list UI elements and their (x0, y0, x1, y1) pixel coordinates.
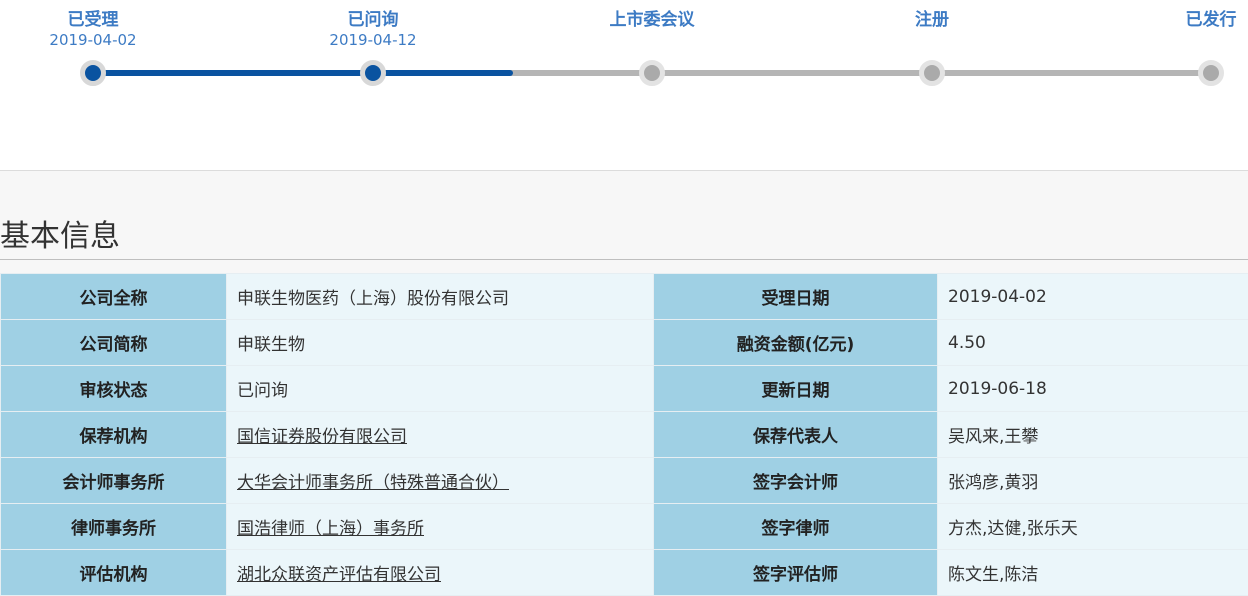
value-signing-accountant: 张鸿彦,黄羽 (938, 458, 1248, 504)
table-row: 审核状态 已问询 更新日期 2019-06-18 (1, 366, 1248, 412)
label-signing-appraiser: 签字评估师 (654, 550, 938, 596)
label-review-status: 审核状态 (1, 366, 227, 412)
label-update-date: 更新日期 (654, 366, 938, 412)
step-dot-issued (1198, 60, 1224, 86)
label-sponsor: 保荐机构 (1, 412, 227, 458)
label-accept-date: 受理日期 (654, 274, 938, 320)
step-date-inquired: 2019-04-12 (329, 31, 416, 49)
value-review-status: 已问询 (227, 366, 654, 412)
basic-info-section: 基本信息 公司全称 申联生物医药（上海）股份有限公司 受理日期 2019-04-… (0, 171, 1248, 590)
table-row: 公司全称 申联生物医药（上海）股份有限公司 受理日期 2019-04-02 (1, 274, 1248, 320)
step-label-registration: 注册 (915, 5, 949, 30)
progress-track-completed (90, 70, 513, 76)
table-row: 公司简称 申联生物 融资金额(亿元) 4.50 (1, 320, 1248, 366)
table-row: 评估机构 湖北众联资产评估有限公司 签字评估师 陈文生,陈洁 (1, 550, 1248, 596)
section-title: 基本信息 (0, 211, 120, 255)
step-dot-accepted (80, 60, 106, 86)
value-signing-lawyer: 方杰,达健,张乐天 (938, 504, 1248, 550)
step-dot-registration (919, 60, 945, 86)
accounting-firm-link[interactable]: 大华会计师事务所（特殊普通合伙） (237, 473, 509, 493)
label-signing-accountant: 签字会计师 (654, 458, 938, 504)
value-financing-amount: 4.50 (938, 320, 1248, 366)
label-appraisal-firm: 评估机构 (1, 550, 227, 596)
law-firm-link[interactable]: 国浩律师（上海）事务所 (237, 519, 424, 539)
label-company-short-name: 公司简称 (1, 320, 227, 366)
label-accounting-firm: 会计师事务所 (1, 458, 227, 504)
value-sponsor-representative: 吴风来,王攀 (938, 412, 1248, 458)
step-label-listing-committee: 上市委会议 (610, 5, 695, 30)
label-law-firm: 律师事务所 (1, 504, 227, 550)
sponsor-link[interactable]: 国信证券股份有限公司 (237, 427, 407, 447)
label-sponsor-representative: 保荐代表人 (654, 412, 938, 458)
table-row: 会计师事务所 大华会计师事务所（特殊普通合伙） 签字会计师 张鸿彦,黄羽 (1, 458, 1248, 504)
label-company-full-name: 公司全称 (1, 274, 227, 320)
step-label-accepted: 已受理 (68, 5, 119, 30)
value-company-short-name: 申联生物 (227, 320, 654, 366)
value-signing-appraiser: 陈文生,陈洁 (938, 550, 1248, 596)
label-signing-lawyer: 签字律师 (654, 504, 938, 550)
step-date-accepted: 2019-04-02 (49, 31, 136, 49)
table-row: 保荐机构 国信证券股份有限公司 保荐代表人 吴风来,王攀 (1, 412, 1248, 458)
step-label-issued: 已发行 (1186, 5, 1237, 30)
value-company-full-name: 申联生物医药（上海）股份有限公司 (227, 274, 654, 320)
table-row: 律师事务所 国浩律师（上海）事务所 签字律师 方杰,达健,张乐天 (1, 504, 1248, 550)
step-label-inquired: 已问询 (348, 5, 399, 30)
value-accept-date: 2019-04-02 (938, 274, 1248, 320)
value-update-date: 2019-06-18 (938, 366, 1248, 412)
label-financing-amount: 融资金额(亿元) (654, 320, 938, 366)
section-divider (0, 259, 1248, 260)
step-dot-listing-committee (639, 60, 665, 86)
appraisal-firm-link[interactable]: 湖北众联资产评估有限公司 (237, 565, 441, 585)
progress-tracker: 已受理 2019-04-02 已问询 2019-04-12 上市委会议 注册 已… (0, 0, 1248, 171)
step-dot-inquired (360, 60, 386, 86)
basic-info-table: 公司全称 申联生物医药（上海）股份有限公司 受理日期 2019-04-02 公司… (0, 273, 1248, 596)
